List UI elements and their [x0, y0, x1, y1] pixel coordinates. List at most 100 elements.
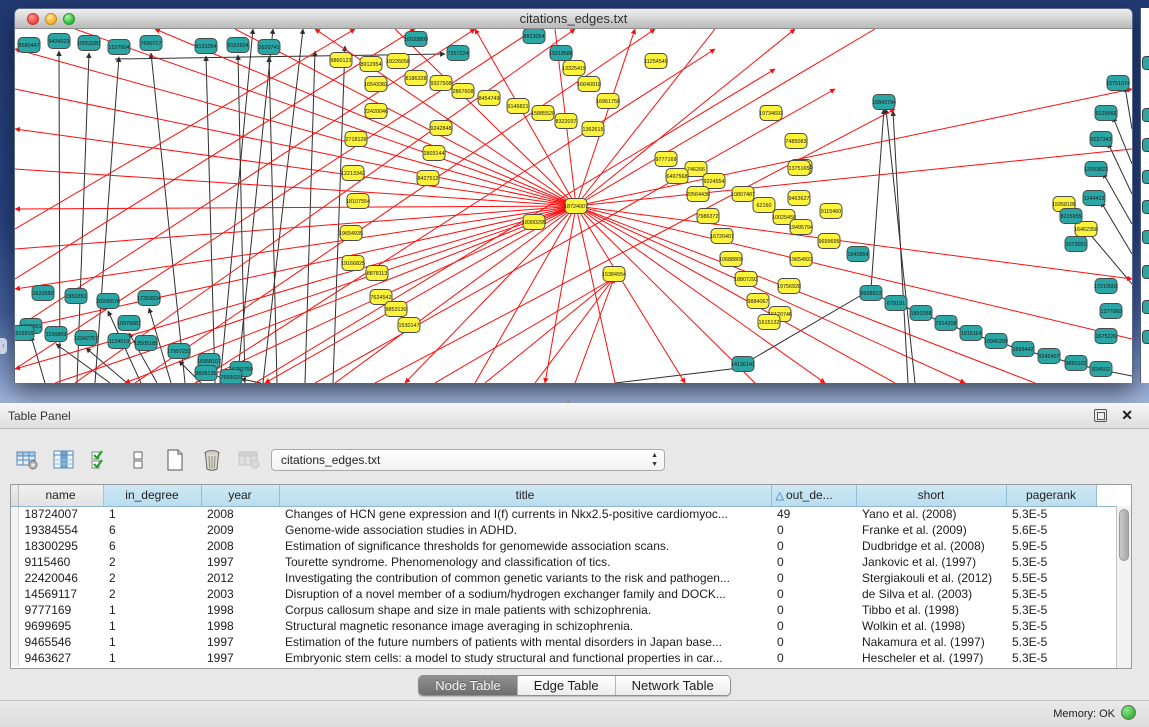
column-header-short[interactable]: short: [856, 485, 1006, 506]
gene-node-yellow[interactable]: 9224554: [703, 174, 725, 189]
edge[interactable]: [31, 336, 45, 383]
table-scrollbar-thumb[interactable]: [1119, 509, 1129, 561]
gene-node-teal[interactable]: 1134519: [108, 334, 130, 349]
gene-node-yellow[interactable]: 19166825: [341, 256, 365, 271]
table-cell[interactable]: 9465546: [18, 634, 103, 650]
table-cell[interactable]: Yano et al. (2008): [856, 506, 1006, 522]
table-cell[interactable]: 1997: [201, 634, 279, 650]
gene-node-teal[interactable]: 16843794: [872, 95, 896, 110]
table-cell[interactable]: Estimation of significance thresholds fo…: [279, 538, 771, 554]
gene-node-teal[interactable]: 12093823: [1084, 162, 1108, 177]
table-cell[interactable]: 1: [103, 634, 201, 650]
edge[interactable]: [1113, 117, 1132, 164]
close-panel-icon[interactable]: ✕: [1121, 407, 1133, 424]
table-cell[interactable]: 18724007: [18, 506, 103, 522]
gene-node-teal[interactable]: 17210503: [1094, 279, 1118, 294]
citation-edge[interactable]: [15, 206, 576, 289]
table-selector-dropdown[interactable]: citations_edges.txt ▲▼: [271, 449, 665, 471]
gene-node-teal[interactable]: 1675226: [1095, 329, 1117, 344]
table-cell[interactable]: Estimation of the future numbers of pati…: [279, 634, 771, 650]
table-cell[interactable]: Dudbridge et al. (2008): [856, 538, 1006, 554]
network-window[interactable]: citations_edges.txt 18724007183002951538…: [14, 8, 1133, 383]
tab-network-table[interactable]: Network Table: [616, 676, 730, 695]
gene-node-yellow[interactable]: 9777169: [655, 152, 677, 167]
column-header-pagerank[interactable]: pagerank: [1006, 485, 1096, 506]
gene-node-teal[interactable]: 20206576: [96, 294, 120, 309]
gene-node-teal[interactable]: 17359934: [137, 291, 161, 306]
table-mode-icon[interactable]: [14, 447, 40, 473]
table-cell[interactable]: 1998: [201, 618, 279, 634]
table-cell[interactable]: 5.5E-5: [1006, 570, 1096, 586]
gene-node-teal[interactable]: 7699020: [220, 370, 242, 384]
edge[interactable]: [263, 29, 303, 383]
table-cell[interactable]: 0: [771, 522, 856, 538]
table-cell[interactable]: 0: [771, 586, 856, 602]
edge[interactable]: [1103, 173, 1132, 224]
table-cell[interactable]: Investigating the contribution of common…: [279, 570, 771, 586]
gene-node-teal[interactable]: 2620741: [258, 40, 280, 55]
gene-node-yellow[interactable]: 16961758: [596, 94, 620, 109]
table-cell[interactable]: 6: [103, 538, 201, 554]
table-cell[interactable]: de Silva et al. (2003): [856, 586, 1006, 602]
gene-node-teal[interactable]: 1891058: [910, 306, 932, 321]
table-cell[interactable]: 1: [103, 650, 201, 666]
citation-edge[interactable]: [55, 206, 576, 383]
table-row[interactable]: 1938455462009Genome-wide association stu…: [11, 522, 1117, 538]
gene-node-yellow[interactable]: 13325419: [562, 61, 586, 76]
gene-node-yellow[interactable]: 8878113: [366, 266, 388, 281]
citation-edge[interactable]: [576, 206, 965, 383]
citation-edge[interactable]: [576, 206, 685, 383]
table-cell[interactable]: 1997: [201, 650, 279, 666]
table-cell[interactable]: 9777169: [18, 602, 103, 618]
table-row[interactable]: 911546021997Tourette syndrome. Phenomeno…: [11, 554, 1117, 570]
citation-edge[interactable]: [535, 278, 614, 383]
gene-node-yellow[interactable]: 19654923: [789, 252, 813, 267]
edge[interactable]: [871, 109, 884, 289]
table-cell[interactable]: Corpus callosum shape and size in male p…: [279, 602, 771, 618]
network-canvas[interactable]: 1872400718300295153845542242004627181261…: [15, 29, 1132, 383]
column-header-year[interactable]: year: [201, 485, 279, 506]
gene-node-teal[interactable]: 1156869: [45, 327, 67, 342]
table-cell[interactable]: 5.3E-5: [1006, 602, 1096, 618]
gene-node-yellow[interactable]: 9699695: [818, 234, 840, 249]
table-cell[interactable]: 2: [103, 554, 201, 570]
gene-node-yellow[interactable]: 9115460: [820, 204, 842, 219]
gene-node-yellow[interactable]: 8427512: [417, 171, 439, 186]
gene-node-yellow[interactable]: 19654935: [339, 226, 363, 241]
gene-node-yellow[interactable]: 15885520: [531, 106, 555, 121]
table-cell[interactable]: 1: [103, 618, 201, 634]
gene-node-teal[interactable]: 1640954: [847, 247, 869, 262]
table-cell[interactable]: 5.3E-5: [1006, 586, 1096, 602]
table-cell[interactable]: Hescheler et al. (1997): [856, 650, 1006, 666]
gene-node-teal[interactable]: 9434023: [48, 34, 70, 49]
table-cell[interactable]: 0: [771, 538, 856, 554]
table-cell[interactable]: 0: [771, 634, 856, 650]
gene-node-yellow[interactable]: 10688809: [719, 252, 743, 267]
gene-node-teal[interactable]: 16033809: [404, 32, 428, 47]
table-cell[interactable]: 5.3E-5: [1006, 506, 1096, 522]
delete-table-icon[interactable]: [199, 447, 225, 473]
gene-node-yellow[interactable]: 9146821: [507, 99, 529, 114]
citation-edge[interactable]: [15, 49, 576, 206]
citation-edge[interactable]: [15, 206, 576, 249]
gene-node-teal[interactable]: 13505185: [134, 336, 158, 351]
gene-node-yellow[interactable]: 18107554: [346, 194, 370, 209]
gene-node-teal[interactable]: 1950351: [65, 289, 87, 304]
citation-edge[interactable]: [15, 29, 355, 229]
gene-node-teal[interactable]: 10553287: [77, 36, 101, 51]
gene-node-teal[interactable]: 7357224: [447, 46, 469, 61]
table-cell[interactable]: Tourette syndrome. Phenomenology and cla…: [279, 554, 771, 570]
edge[interactable]: [1125, 87, 1132, 129]
citation-edge[interactable]: [576, 206, 825, 383]
gene-node-teal[interactable]: 2620650: [32, 286, 54, 301]
gene-node-yellow[interactable]: 2718126: [345, 132, 367, 147]
gene-node-yellow[interactable]: 9853130: [385, 302, 407, 317]
table-cell[interactable]: 0: [771, 554, 856, 570]
table-cell[interactable]: Structural magnetic resonance image aver…: [279, 618, 771, 634]
gene-node-teal[interactable]: 1699442: [1012, 342, 1034, 357]
gene-node-teal[interactable]: 8131054: [195, 39, 217, 54]
citation-edge[interactable]: [15, 206, 576, 369]
gene-node-yellow[interactable]: 1362615: [582, 122, 604, 137]
table-cell[interactable]: 2009: [201, 522, 279, 538]
gene-node-teal[interactable]: 679191: [885, 296, 907, 311]
